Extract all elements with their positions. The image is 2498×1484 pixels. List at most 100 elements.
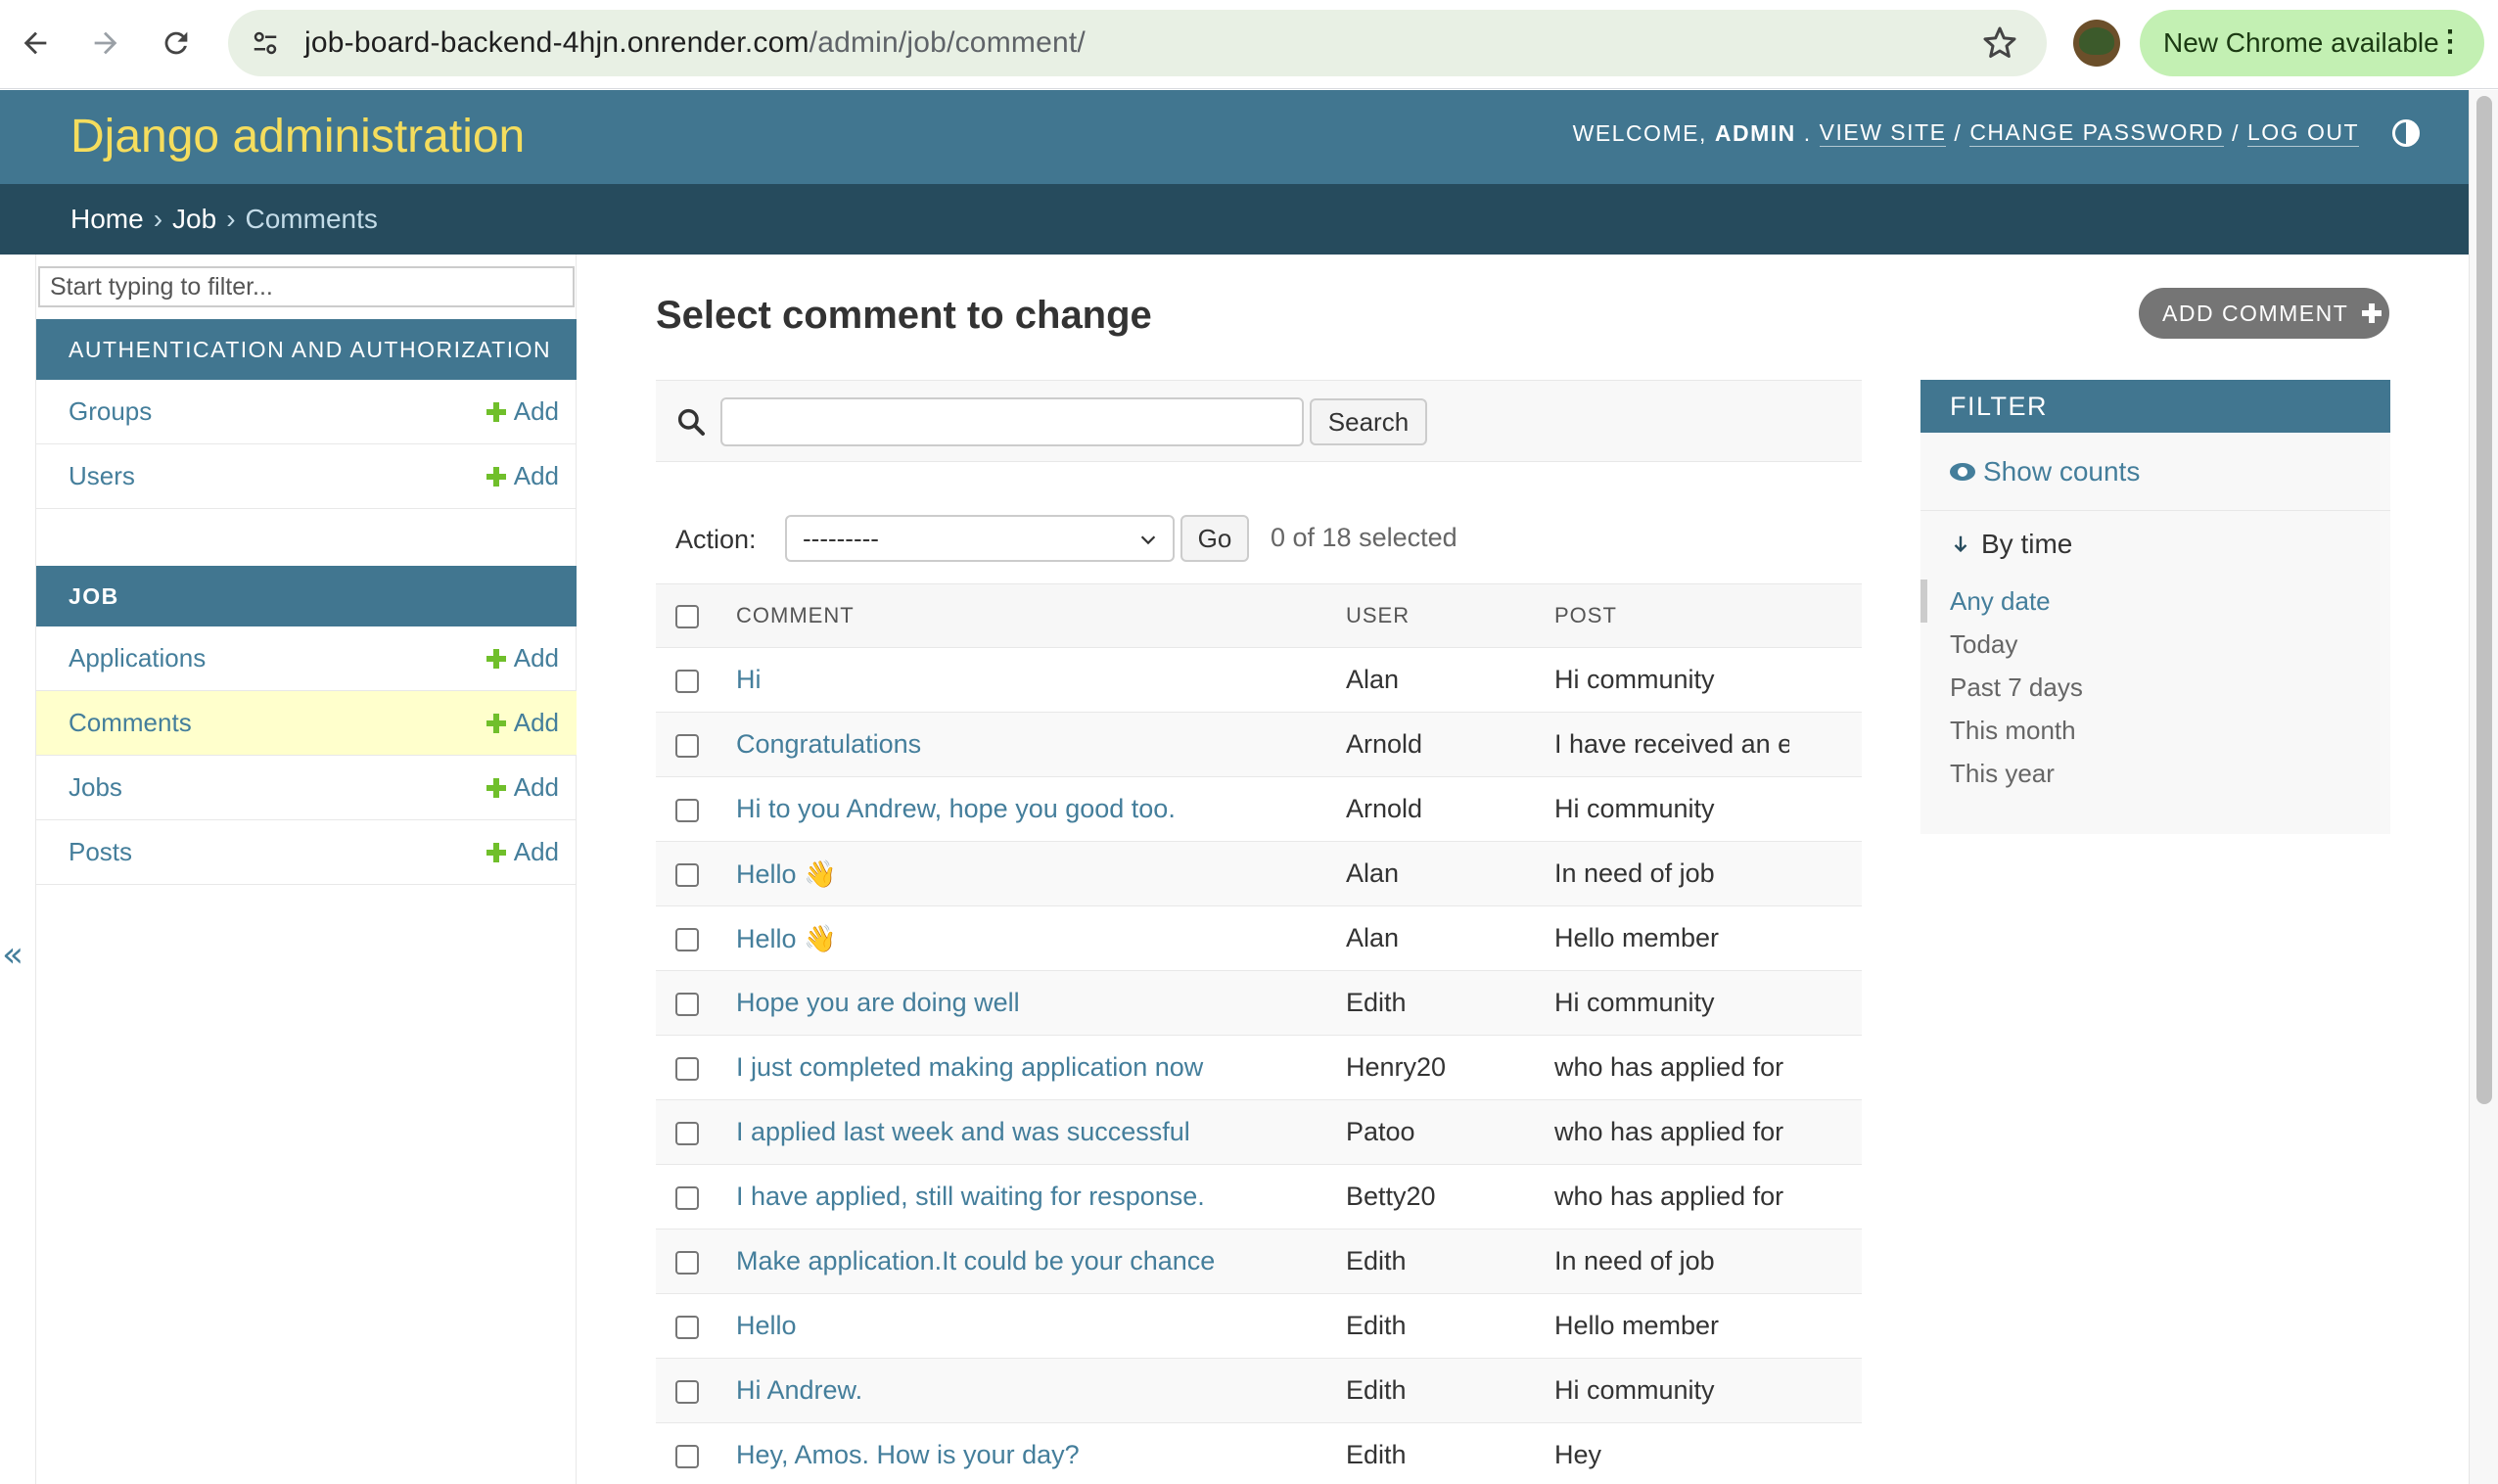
row-checkbox[interactable] — [675, 1056, 699, 1081]
row-select-cell — [656, 1164, 736, 1229]
filter-option[interactable]: Today — [1920, 623, 2390, 666]
comment-cell: Hello 👋 — [736, 841, 1346, 906]
theme-toggle-icon[interactable] — [2392, 119, 2420, 147]
nav-filter-input[interactable] — [38, 266, 575, 307]
view-site-link[interactable]: VIEW SITE — [1819, 119, 1947, 147]
comment-link[interactable]: Hello 👋 — [736, 859, 837, 889]
result-list: COMMENT USER POST Hi Alan Hi community Cong… — [656, 583, 1862, 1484]
column-header-user[interactable]: USER — [1346, 583, 1554, 648]
url-text: job-board-backend-4hjn.onrender.com/admi… — [304, 26, 1086, 60]
sidebar-item-label[interactable]: Comments — [69, 708, 192, 738]
row-checkbox[interactable] — [675, 798, 699, 822]
breadcrumb-current: Comments — [245, 204, 378, 234]
forward-button[interactable] — [78, 16, 133, 70]
filter-by-time-heading[interactable]: By time — [1950, 529, 2072, 560]
column-header-comment[interactable]: COMMENT — [736, 583, 1346, 648]
table-row: Hello 👋 Alan Hello member — [656, 905, 1862, 971]
by-time-label: By time — [1981, 529, 2073, 559]
add-users-link[interactable]: Add — [486, 461, 559, 491]
filter-option[interactable]: This month — [1920, 709, 2390, 752]
show-counts-link[interactable]: Show counts — [1920, 433, 2390, 511]
comment-link[interactable]: Hey, Amos. How is your day? — [736, 1440, 1080, 1469]
comment-link[interactable]: I have applied, still waiting for respon… — [736, 1182, 1205, 1211]
change-password-link[interactable]: CHANGE PASSWORD — [1969, 119, 2225, 147]
row-checkbox[interactable] — [675, 1121, 699, 1145]
comment-link[interactable]: Make application.It could be your chance — [736, 1246, 1215, 1275]
search-button[interactable]: Search — [1310, 398, 1427, 445]
sidebar-collapse-toggle[interactable]: « — [2, 935, 23, 975]
breadcrumb: Home › Job › Comments — [0, 184, 2469, 255]
row-checkbox[interactable] — [675, 992, 699, 1016]
breadcrumb-job[interactable]: Job — [172, 204, 216, 235]
row-checkbox[interactable] — [675, 1315, 699, 1339]
comment-link[interactable]: Congratulations — [736, 729, 921, 759]
row-select-cell — [656, 1293, 736, 1359]
url-host: job-board-backend-4hjn.onrender.com — [304, 26, 810, 59]
breadcrumb-home[interactable]: Home — [70, 204, 144, 235]
action-select[interactable]: --------- — [785, 515, 1175, 562]
search-input[interactable] — [720, 397, 1304, 446]
profile-avatar[interactable] — [2073, 20, 2120, 67]
comment-link[interactable]: Hello — [736, 1311, 797, 1340]
comment-link[interactable]: Hope you are doing well — [736, 988, 1020, 1017]
filter-option[interactable]: Past 7 days — [1920, 666, 2390, 709]
user-cell: Edith — [1346, 970, 1554, 1036]
sidebar-item-label[interactable]: Applications — [69, 643, 206, 673]
row-checkbox[interactable] — [675, 927, 699, 951]
row-checkbox[interactable] — [675, 862, 699, 887]
add-jobs-link[interactable]: Add — [486, 772, 559, 803]
post-value: who has applied for — [1554, 1117, 1784, 1146]
chrome-update-button[interactable]: New Chrome available ⋮ — [2140, 10, 2484, 76]
site-settings-icon[interactable] — [246, 23, 285, 63]
go-button[interactable]: Go — [1180, 515, 1249, 562]
comment-cell: I applied last week and was successful — [736, 1099, 1346, 1165]
row-checkbox[interactable] — [675, 1379, 699, 1404]
action-select-value: --------- — [803, 523, 879, 553]
row-checkbox[interactable] — [675, 1444, 699, 1468]
comment-link[interactable]: I applied last week and was successful — [736, 1117, 1190, 1146]
sidebar-item-label[interactable]: Users — [69, 461, 135, 491]
filter-option[interactable]: This year — [1920, 752, 2390, 795]
job-caption[interactable]: JOB — [36, 566, 577, 626]
add-comments-link[interactable]: Add — [486, 708, 559, 738]
row-checkbox[interactable] — [675, 733, 699, 758]
comment-link[interactable]: I just completed making application now — [736, 1052, 1203, 1082]
comment-link[interactable]: Hi — [736, 665, 762, 694]
sidebar-item-label[interactable]: Jobs — [69, 772, 122, 803]
comment-cell: I just completed making application now — [736, 1035, 1346, 1100]
add-applications-link[interactable]: Add — [486, 643, 559, 673]
add-posts-link[interactable]: Add — [486, 837, 559, 867]
sidebar-item-label[interactable]: Posts — [69, 837, 132, 867]
page-scrollbar[interactable] — [2469, 90, 2498, 1484]
forward-arrow-icon — [94, 31, 117, 55]
select-all-checkbox[interactable] — [675, 605, 699, 629]
search-icon — [677, 408, 705, 436]
comment-link[interactable]: Hi Andrew. — [736, 1375, 862, 1405]
auth-caption[interactable]: AUTHENTICATION AND AUTHORIZATION — [36, 319, 577, 380]
scrollbar-thumb[interactable] — [2476, 96, 2492, 1104]
bookmark-star-icon[interactable] — [1980, 23, 2019, 63]
add-comment-button[interactable]: ADD COMMENT — [2139, 288, 2389, 339]
filter-option[interactable]: Any date — [1920, 580, 2390, 623]
log-out-link[interactable]: LOG OUT — [2246, 119, 2359, 147]
site-branding[interactable]: Django administration — [70, 110, 525, 163]
comment-cell: Congratulations — [736, 712, 1346, 777]
row-checkbox[interactable] — [675, 1185, 699, 1210]
comment-link[interactable]: Hello 👋 — [736, 924, 837, 953]
column-header-post[interactable]: POST — [1554, 583, 1862, 648]
welcome-text: WELCOME, — [1572, 119, 1707, 146]
reload-button[interactable] — [149, 16, 204, 70]
comment-link[interactable]: Hi to you Andrew, hope you good too. — [736, 794, 1176, 823]
more-menu-icon[interactable]: ⋮ — [2435, 27, 2465, 57]
row-checkbox[interactable] — [675, 1250, 699, 1275]
add-groups-link[interactable]: Add — [486, 396, 559, 427]
row-checkbox[interactable] — [675, 669, 699, 693]
back-button[interactable] — [8, 16, 63, 70]
sidebar-item-label[interactable]: Groups — [69, 396, 152, 427]
address-bar[interactable]: job-board-backend-4hjn.onrender.com/admi… — [228, 10, 2047, 76]
action-label: Action: — [675, 525, 757, 554]
user-cell: Edith — [1346, 1422, 1554, 1484]
user-cell: Alan — [1346, 841, 1554, 906]
post-cell: In need of job — [1554, 841, 1862, 906]
user-cell: Edith — [1346, 1293, 1554, 1359]
